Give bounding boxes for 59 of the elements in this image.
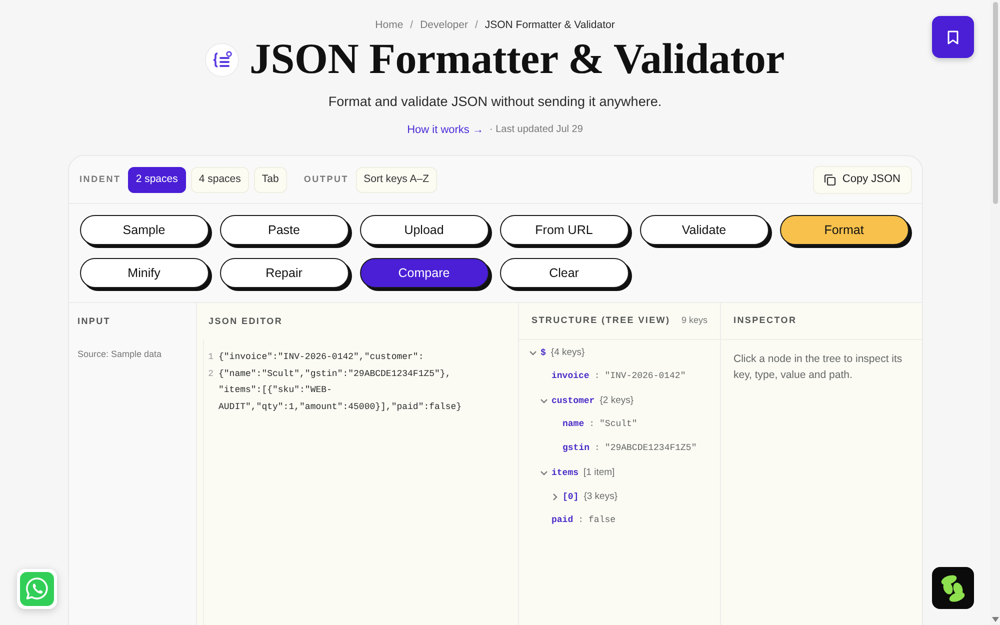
line-number: 2	[208, 368, 214, 380]
action-button[interactable]: Clear	[500, 258, 628, 288]
tree-node[interactable]: gstin : "29ABCDE1234F1Z5"	[562, 442, 697, 456]
caret-down-icon[interactable]	[992, 617, 999, 622]
indent-option[interactable]: 4 spaces	[190, 166, 249, 192]
action-button[interactable]: From URL	[500, 215, 628, 245]
indent-label: INDENT	[80, 172, 121, 186]
code-line: "items":[{"sku":"WEB-	[218, 384, 332, 397]
code-line: {"invoice":"INV-2026-0142","customer":	[218, 351, 424, 364]
leaf-logo-icon[interactable]	[932, 567, 974, 609]
tree-node[interactable]: name : "Scult"	[562, 418, 638, 432]
action-button[interactable]: Upload	[360, 215, 488, 245]
code-line: {"name":"Scult","gstin":"29ABCDE1234F1Z5"},	[218, 368, 451, 380]
panel-heading: INPUT	[78, 314, 110, 328]
last-updated-text: · Last updated Jul 29	[490, 123, 583, 137]
breadcrumb-link[interactable]: Developer	[420, 17, 468, 33]
action-button[interactable]: Validate	[640, 215, 768, 245]
action-button[interactable]: Sample	[80, 215, 208, 245]
page-title: JSON Formatter & Validator	[249, 36, 785, 84]
action-button[interactable]: Repair	[220, 258, 348, 288]
breadcrumb-current-page: JSON Formatter & Validator	[484, 18, 615, 33]
action-button[interactable]: Compare	[360, 258, 488, 288]
indent-option[interactable]: Tab	[254, 166, 287, 192]
bookmark-button[interactable]	[932, 16, 974, 58]
chevron-right-icon[interactable]	[550, 493, 558, 501]
sort-keys-toggle[interactable]: Sort keys A–Z	[356, 166, 437, 192]
chevron-down-icon[interactable]	[540, 469, 548, 477]
key-count: 9 keys	[681, 314, 708, 328]
source-text: Source: Sample data	[78, 349, 162, 359]
chevron-down-icon[interactable]	[540, 397, 548, 405]
tree-node[interactable]: $ {4 keys}	[540, 346, 585, 360]
page-subtitle: Format and validate JSON without sending it anywhere.	[328, 93, 662, 111]
tree-node[interactable]: customer {2 keys}	[552, 394, 634, 408]
inspector-hint: Click a node in the tree to inspect its key, type, value and path.	[734, 352, 904, 383]
chevron-down-icon[interactable]	[528, 349, 536, 357]
tree-node[interactable]: invoice : "INV-2026-0142"	[552, 370, 686, 384]
tree-node[interactable]: [0] {3 keys}	[562, 490, 618, 504]
code-lines-icon	[205, 43, 240, 77]
breadcrumb-separator: /	[474, 18, 478, 33]
panel-heading: JSON EDITOR	[208, 314, 283, 328]
line-number: 1	[208, 351, 214, 364]
code-line: AUDIT","qty":1,"amount":45000}],"paid":false}	[218, 400, 462, 414]
tree-node[interactable]: paid : false	[552, 514, 616, 528]
code-editor-field[interactable]: 1 2 {"invoice":"INV-2026-0142","customer": {"name":"Scult","gstin":"29ABCDE1234F1Z5"}, "items":[{"sku":"WEB- AUDIT","qty":1,"amount":45000}],"paid":false}	[202, 340, 518, 625]
indent-option[interactable]: 2 spaces	[128, 166, 186, 192]
bookmark-icon	[947, 30, 959, 44]
action-button[interactable]: Paste	[220, 215, 348, 245]
panel-heading: INSPECTOR	[734, 314, 797, 328]
breadcrumb-link[interactable]: Home	[375, 17, 404, 33]
breadcrumb-separator: /	[410, 18, 414, 33]
copy-icon	[824, 174, 836, 186]
tree-node[interactable]: items [1 item]	[552, 466, 615, 480]
action-button[interactable]: Minify	[80, 258, 208, 288]
scrollbar-thumb[interactable]	[993, 2, 998, 204]
output-label: OUTPUT	[304, 172, 349, 186]
how-it-works-link[interactable]: How it works →	[407, 122, 484, 138]
panel-heading: STRUCTURE (TREE VIEW)	[532, 314, 670, 328]
action-button[interactable]: Format	[780, 215, 908, 245]
copy-json-button[interactable]: Copy JSON	[813, 166, 912, 194]
